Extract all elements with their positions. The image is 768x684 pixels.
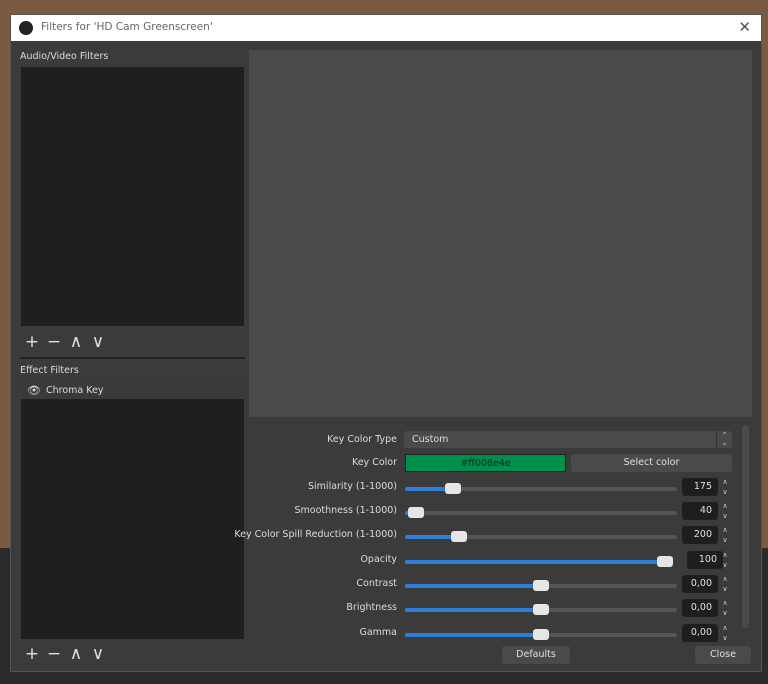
- key-color-label: Key Color: [351, 457, 397, 468]
- key-color-type-value: Custom: [412, 434, 449, 445]
- similarity-slider[interactable]: [405, 483, 677, 494]
- spill-reduction-spinbox[interactable]: 200: [682, 526, 718, 544]
- move-up-button[interactable]: ∧: [65, 333, 87, 351]
- smoothness-spinbox[interactable]: 40: [682, 502, 718, 520]
- spill-reduction-spin-arrows-icon[interactable]: ∧ ∨: [718, 525, 732, 545]
- similarity-spin-arrows-icon[interactable]: ∧ ∨: [718, 477, 732, 497]
- smoothness-slider-handle[interactable]: [407, 507, 424, 518]
- gamma-spin-arrows-icon[interactable]: ∧ ∨: [718, 623, 732, 643]
- obs-logo-icon: [19, 21, 33, 35]
- move-effect-down-button[interactable]: ∨: [87, 645, 109, 663]
- eye-icon[interactable]: 👁: [27, 384, 41, 397]
- preview-area: [249, 50, 752, 417]
- brightness-spin-arrows-icon[interactable]: ∧ ∨: [718, 598, 732, 618]
- move-down-button[interactable]: ∨: [87, 333, 109, 351]
- move-effect-up-button[interactable]: ∧: [65, 645, 87, 663]
- contrast-slider-handle[interactable]: [533, 580, 549, 591]
- scrollbar[interactable]: [742, 425, 749, 628]
- dialog-title: Filters for 'HD Cam Greenscreen': [41, 21, 213, 33]
- similarity-spinbox[interactable]: 175: [682, 478, 718, 496]
- av-filters-list[interactable]: [21, 67, 244, 326]
- add-filter-button[interactable]: +: [21, 333, 43, 351]
- opacity-spin-arrows-icon[interactable]: ∧ ∨: [718, 550, 732, 570]
- effect-filters-toolbar: + − ∧ ∨: [21, 645, 109, 663]
- key-color-type-select[interactable]: Custom ⌃ ⌄: [404, 431, 732, 448]
- similarity-label: Similarity (1-1000): [308, 481, 397, 492]
- opacity-slider[interactable]: [405, 556, 673, 567]
- opacity-slider-handle[interactable]: [657, 556, 673, 567]
- contrast-spinbox[interactable]: 0,00: [682, 575, 718, 593]
- opacity-slider-fill: [405, 560, 673, 564]
- effect-filters-heading: Effect Filters: [20, 365, 79, 376]
- contrast-slider[interactable]: [405, 580, 677, 591]
- contrast-spin-arrows-icon[interactable]: ∧ ∨: [718, 574, 732, 594]
- remove-effect-button[interactable]: −: [43, 645, 65, 663]
- filter-item-chroma-key[interactable]: 👁 Chroma Key: [21, 381, 244, 399]
- smoothness-spin-arrows-icon[interactable]: ∧ ∨: [718, 501, 732, 521]
- add-effect-button[interactable]: +: [21, 645, 43, 663]
- gamma-slider-fill: [405, 633, 541, 637]
- contrast-slider-fill: [405, 584, 541, 588]
- opacity-label: Opacity: [360, 554, 397, 565]
- brightness-slider-fill: [405, 608, 541, 612]
- close-button[interactable]: Close: [695, 646, 751, 664]
- chevron-updown-icon: ⌃ ⌄: [716, 431, 732, 448]
- divider: [20, 357, 245, 359]
- smoothness-label: Smoothness (1-1000): [294, 505, 397, 516]
- brightness-spinbox[interactable]: 0,00: [682, 599, 718, 617]
- spill-reduction-slider[interactable]: [405, 531, 677, 542]
- similarity-slider-handle[interactable]: [444, 483, 461, 494]
- gamma-spinbox[interactable]: 0,00: [682, 624, 718, 642]
- key-color-swatch: #ff008e4e: [405, 454, 566, 472]
- spill-reduction-slider-handle[interactable]: [451, 531, 468, 542]
- filter-name: Chroma Key: [45, 384, 104, 396]
- gamma-label: Gamma: [359, 627, 397, 638]
- av-filters-heading: Audio/Video Filters: [20, 51, 109, 62]
- filters-dialog: Filters for 'HD Cam Greenscreen' ✕ Audio…: [10, 14, 762, 672]
- key-color-type-label: Key Color Type: [327, 434, 397, 445]
- contrast-label: Contrast: [356, 578, 397, 589]
- smoothness-slider[interactable]: [405, 507, 677, 518]
- brightness-slider-handle[interactable]: [533, 604, 549, 615]
- remove-filter-button[interactable]: −: [43, 333, 65, 351]
- brightness-label: Brightness: [346, 602, 397, 613]
- close-icon[interactable]: ✕: [738, 18, 751, 36]
- brightness-slider[interactable]: [405, 604, 677, 615]
- gamma-slider[interactable]: [405, 629, 677, 640]
- key-color-value: #ff008e4e: [460, 458, 511, 469]
- spill-reduction-label: Key Color Spill Reduction (1-1000): [234, 529, 397, 540]
- select-color-button[interactable]: Select color: [571, 454, 732, 472]
- av-filters-toolbar: + − ∧ ∨: [21, 333, 109, 351]
- defaults-button[interactable]: Defaults: [502, 646, 570, 664]
- title-bar: Filters for 'HD Cam Greenscreen' ✕: [11, 15, 761, 41]
- gamma-slider-handle[interactable]: [533, 629, 549, 640]
